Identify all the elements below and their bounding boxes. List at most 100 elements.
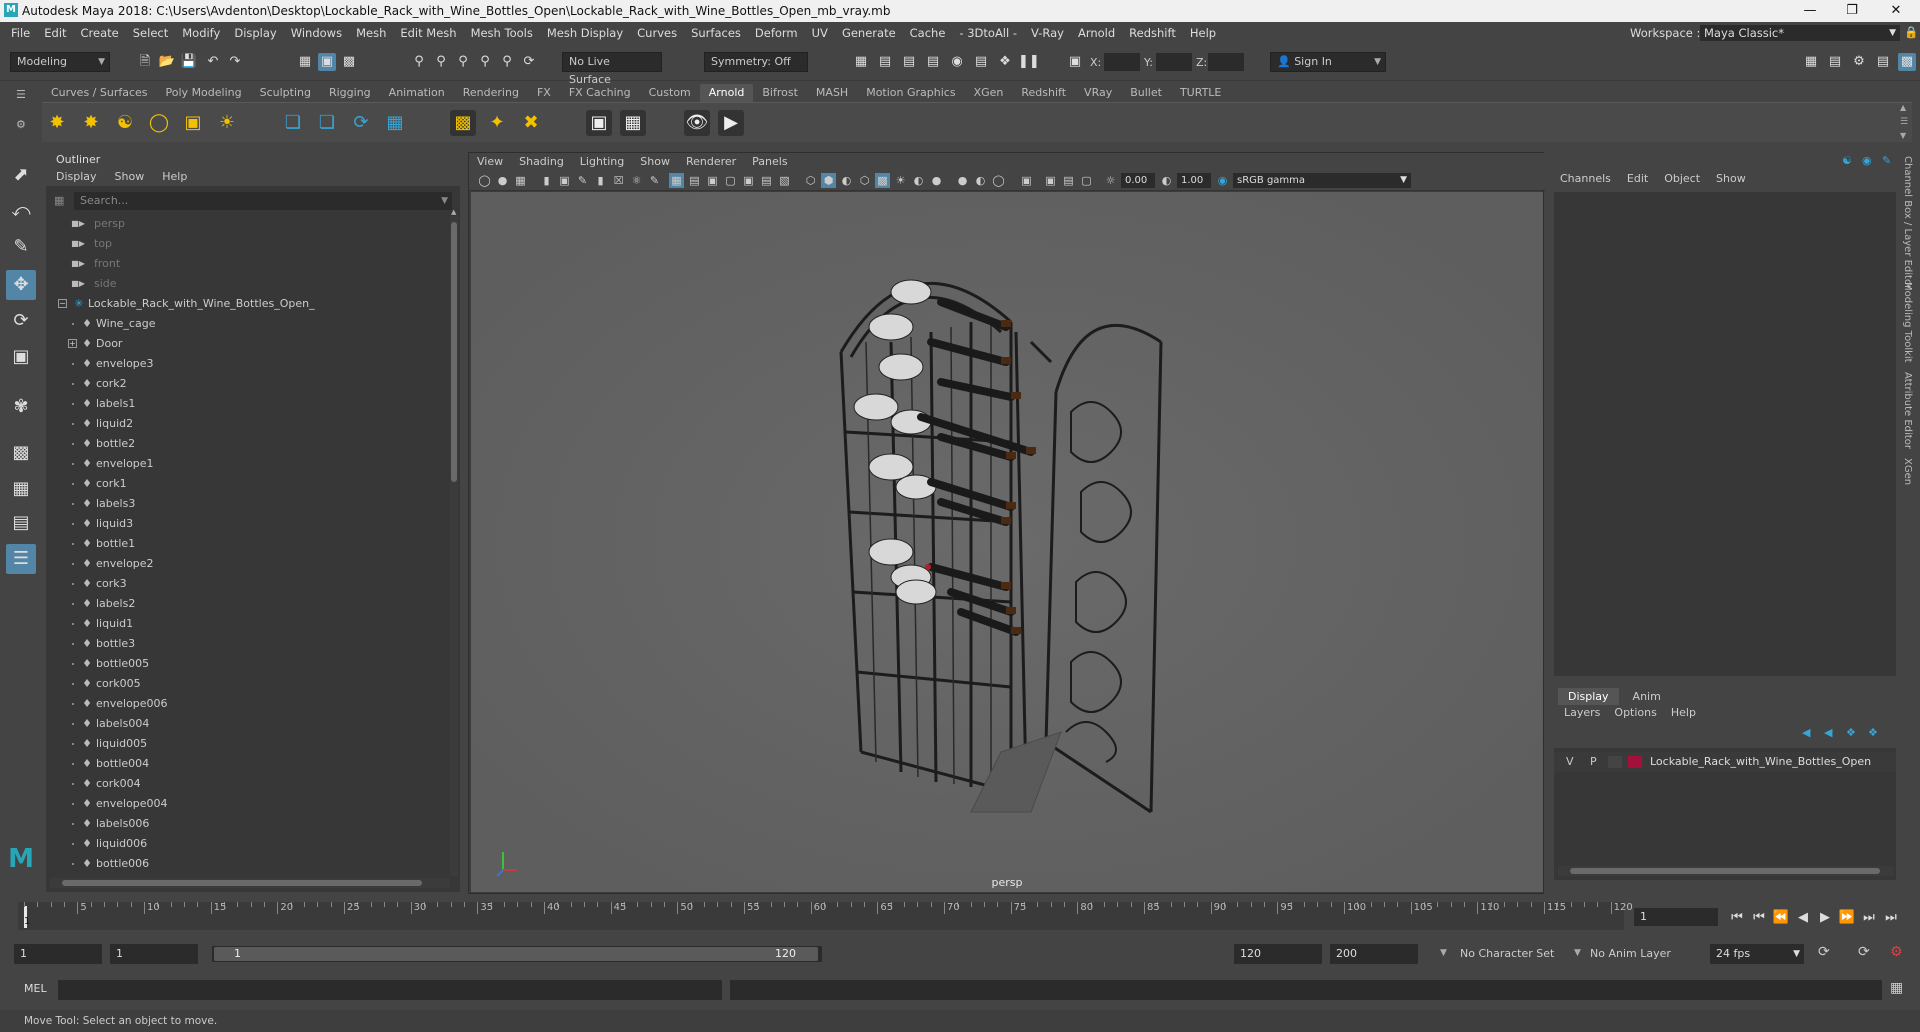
outliner-item-cork004[interactable]: ♦ cork004 <box>46 774 446 794</box>
scrollbar-thumb[interactable] <box>62 880 422 886</box>
y-field[interactable] <box>1156 53 1192 71</box>
overscan-icon[interactable]: ▤ <box>759 173 774 188</box>
menu-v-ray[interactable]: V-Ray <box>1024 22 1071 44</box>
shelf-tab-motion-graphics[interactable]: Motion Graphics <box>857 84 964 102</box>
shelf-tab-poly-modeling[interactable]: Poly Modeling <box>157 84 251 102</box>
ipr-render-icon[interactable]: ▤ <box>900 53 918 71</box>
rotate-tool-icon[interactable]: ⟳ <box>6 306 36 336</box>
sign-in-button[interactable]: 👤 Sign In ▼ <box>1270 52 1386 72</box>
layer-tab-display[interactable]: Display <box>1558 688 1619 705</box>
go-to-start-icon[interactable]: ⏮ <box>1726 910 1748 925</box>
outliner-horizontal-scrollbar[interactable] <box>50 878 450 888</box>
safe-title-icon[interactable]: ▣ <box>705 173 720 188</box>
layer-playback-toggle[interactable]: P <box>1590 752 1597 772</box>
single-view-icon[interactable]: ▩ <box>6 438 36 468</box>
menu-help[interactable]: Help <box>1183 22 1223 44</box>
shelf-tab-bullet[interactable]: Bullet <box>1121 84 1171 102</box>
textured-icon[interactable]: ▩ <box>875 173 890 188</box>
channel-box-icon[interactable]: ▤ <box>1874 53 1892 71</box>
menu-edit[interactable]: Edit <box>37 22 73 44</box>
outliner-layout-icon[interactable]: ☰ <box>6 544 36 574</box>
symmetry-dropdown[interactable]: Symmetry: Off <box>704 52 808 72</box>
range-start-field[interactable]: 1 <box>110 944 198 964</box>
shadows-icon[interactable]: ◐ <box>911 173 926 188</box>
menu-3dtoall[interactable]: - 3DtoAll - <box>952 22 1024 44</box>
new-layer-selected-icon[interactable]: ❖ <box>1868 726 1878 739</box>
flush-cache-icon[interactable]: ✦ <box>484 110 510 136</box>
start-time-field[interactable]: 1 <box>14 944 102 964</box>
layer-editor-icon[interactable]: ▩ <box>1898 53 1916 71</box>
outliner-item-bottle3[interactable]: ♦ bottle3 <box>46 634 446 654</box>
outliner-item-envelope3[interactable]: ♦ envelope3 <box>46 354 446 374</box>
lock-icon[interactable]: 🔒 <box>1904 25 1918 39</box>
view-transform-dropdown[interactable]: sRGB gamma ▼ <box>1233 173 1411 188</box>
snap-curve-icon[interactable]: ⚲ <box>432 53 450 71</box>
channel-box-area[interactable] <box>1554 192 1896 676</box>
shelf-tab-rigging[interactable]: Rigging <box>320 84 380 102</box>
outliner-item-liquid006[interactable]: ♦ liquid006 <box>46 834 446 854</box>
safe-action-icon[interactable]: ▤ <box>687 173 702 188</box>
z-field[interactable] <box>1208 53 1244 71</box>
menu-mesh-tools[interactable]: Mesh Tools <box>464 22 540 44</box>
xray-components-icon[interactable]: ▢ <box>1079 173 1094 188</box>
outliner-item-cork005[interactable]: ♦ cork005 <box>46 674 446 694</box>
move-layer-down-icon[interactable]: ◀ <box>1824 726 1832 739</box>
outliner-item-bottle1[interactable]: ♦ bottle1 <box>46 534 446 554</box>
menu-arnold[interactable]: Arnold <box>1071 22 1122 44</box>
loop-icon[interactable]: ⟳ <box>1818 944 1830 960</box>
outliner-item-liquid005[interactable]: ♦ liquid005 <box>46 734 446 754</box>
range-slider-thumb[interactable]: 1 120 <box>214 947 818 961</box>
outliner-item-envelope2[interactable]: ♦ envelope2 <box>46 554 446 574</box>
viewport-menu-view[interactable]: View <box>477 153 503 171</box>
viewport-menu-shading[interactable]: Shading <box>519 153 564 171</box>
layer-horizontal-scrollbar[interactable] <box>1558 866 1894 876</box>
outliner-search-input[interactable]: Search... ▼ <box>74 192 452 210</box>
scrollbar-thumb[interactable] <box>451 222 457 482</box>
channel-menu-channels[interactable]: Channels <box>1560 172 1611 185</box>
gate-mask-icon[interactable]: ▢ <box>723 173 738 188</box>
expand-icon[interactable]: + <box>68 339 77 348</box>
render-view-icon[interactable]: ▦ <box>852 53 870 71</box>
shelf-tab-vray[interactable]: VRay <box>1075 84 1121 102</box>
xray-joints-icon[interactable]: ▤ <box>1061 173 1076 188</box>
side-tab-channel-box-layer-editor[interactable]: Channel Box / Layer Editor <box>1902 156 1913 289</box>
end-time-field[interactable]: 200 <box>1330 944 1418 964</box>
shelf-tab-turtle[interactable]: TURTLE <box>1171 84 1230 102</box>
minimize-button[interactable]: — <box>1788 0 1832 22</box>
render-view-shelf-icon[interactable]: ▩ <box>450 110 476 136</box>
outliner-item-liquid1[interactable]: ♦ liquid1 <box>46 614 446 634</box>
layer-type-toggle[interactable] <box>1608 756 1622 768</box>
exposure-icon[interactable]: ☼ <box>1103 173 1118 188</box>
shelf-tab-custom[interactable]: Custom <box>640 84 700 102</box>
hypershade-icon[interactable]: ◉ <box>948 53 966 71</box>
shelf-menu-icon[interactable]: ☰ <box>1900 117 1908 127</box>
text-icon[interactable]: ▧ <box>777 173 792 188</box>
outliner-item-camera[interactable]: ■▶ persp <box>46 214 446 234</box>
range-slider[interactable]: 1 120 <box>212 946 822 962</box>
outliner-menu-show[interactable]: Show <box>115 170 145 183</box>
shelf-tab-rendering[interactable]: Rendering <box>454 84 528 102</box>
menu-display[interactable]: Display <box>227 22 283 44</box>
new-layer-icon[interactable]: ❖ <box>1846 726 1856 739</box>
select-hierarchy-icon[interactable]: ▦ <box>296 53 314 71</box>
outliner-item-cork3[interactable]: ♦ cork3 <box>46 574 446 594</box>
channel-menu-show[interactable]: Show <box>1716 172 1746 185</box>
bookmarks-icon[interactable]: ▦ <box>513 173 528 188</box>
maximize-button[interactable]: ❐ <box>1830 0 1874 22</box>
photometric-light-icon[interactable]: ☯ <box>112 110 138 136</box>
side-tab-attribute-editor[interactable]: Attribute Editor <box>1902 372 1913 449</box>
menu-modify[interactable]: Modify <box>175 22 227 44</box>
physical-sky-icon[interactable]: ☀ <box>214 110 240 136</box>
transform-input-icon[interactable]: ▣ <box>1066 53 1084 71</box>
standin-icon[interactable]: ❏ <box>280 110 306 136</box>
layer-row[interactable]: V P Lockable_Rack_with_Wine_Bottles_Open <box>1554 752 1896 772</box>
step-forward-icon[interactable]: ⏭ <box>1858 910 1880 925</box>
outliner-item-bottle006[interactable]: ♦ bottle006 <box>46 854 446 874</box>
lasso-tool-icon[interactable]: ⤺ <box>6 196 36 226</box>
ambient-occlusion-icon[interactable]: ● <box>929 173 944 188</box>
wireframe-on-shaded-icon[interactable]: ⬡ <box>857 173 872 188</box>
outliner-item-camera[interactable]: ■▶ top <box>46 234 446 254</box>
default-material-icon[interactable]: ◐ <box>839 173 854 188</box>
select-component-icon[interactable]: ▩ <box>340 53 358 71</box>
snap-surface-icon[interactable]: ⚲ <box>498 53 516 71</box>
